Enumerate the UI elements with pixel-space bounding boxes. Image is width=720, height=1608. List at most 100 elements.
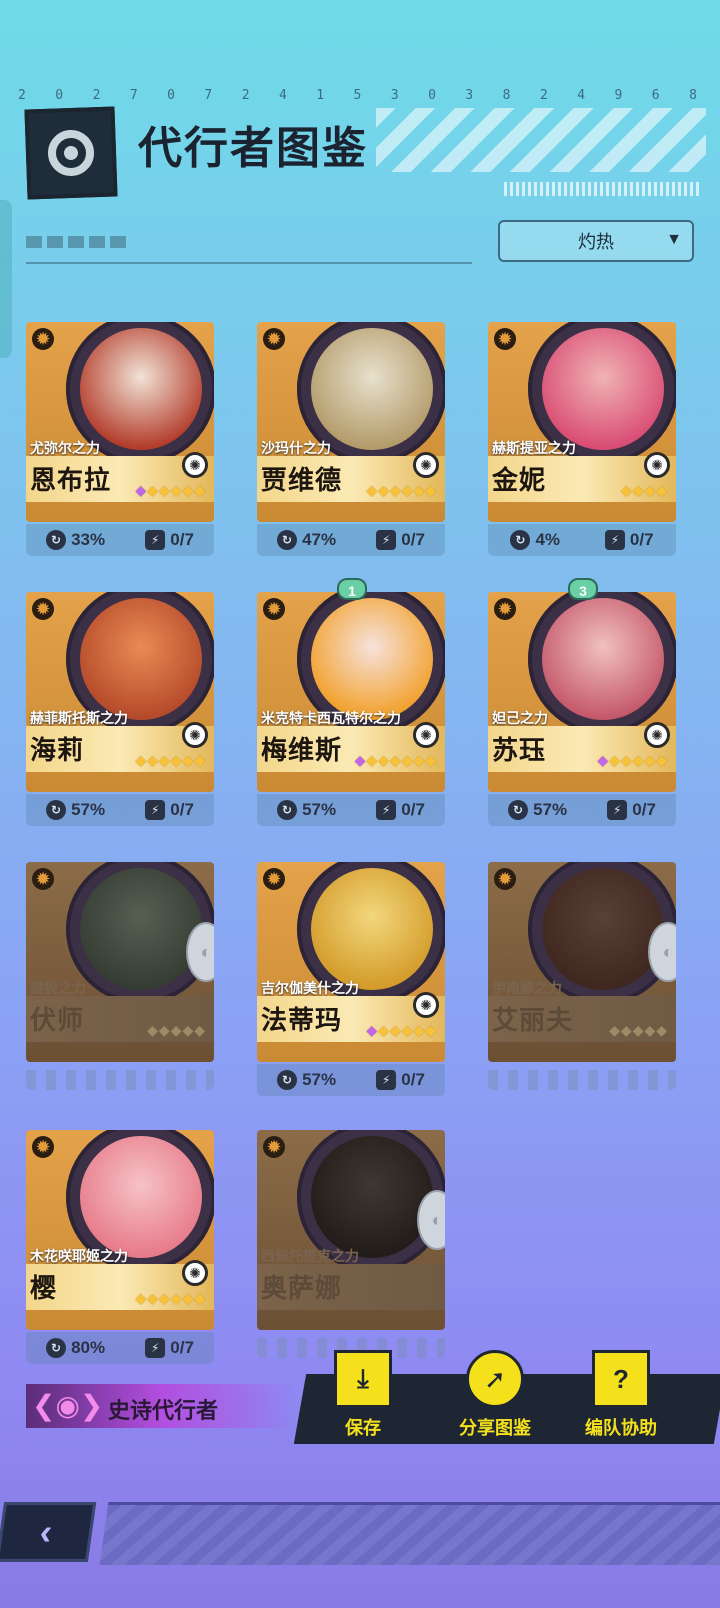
epic-agents-filter[interactable]: ❮◉❯ 史诗代行者 <box>26 1384 296 1428</box>
filter-row: 灼热 ▼ <box>26 220 694 270</box>
page-header: 代行者图鉴 <box>24 106 706 200</box>
header-digit: 0 <box>167 88 176 103</box>
agent-card[interactable]: ✹ 伊南娜之力 艾丽夫 ◐ ◆◆◆◆◆ <box>488 862 676 1096</box>
back-button[interactable]: ‹ <box>0 1502 97 1562</box>
agent-portrait <box>80 598 202 720</box>
team-assist-button[interactable]: ? 编队协助 <box>566 1350 676 1440</box>
side-drawer-tab[interactable] <box>0 200 12 358</box>
header-digit: 1 <box>316 88 326 103</box>
rank-badge: 3 <box>568 578 598 600</box>
chevron-down-icon: ▼ <box>666 231 682 248</box>
agent-card[interactable]: ✹ 吉尔伽美什之力 法蒂玛 ✺ ◆◆◆◆◆◆ ↻ 57% ⚡ 0/7 <box>257 862 445 1096</box>
agent-power: 沙玛什之力 <box>261 440 331 456</box>
completion-stat: ↻ 57% <box>508 800 567 820</box>
shard-value: 0/7 <box>401 530 425 549</box>
shard-stat: ⚡ 0/7 <box>376 1070 425 1090</box>
blaze-attribute-icon: ✹ <box>263 1136 285 1158</box>
agent-power: 伊南娜之力 <box>492 980 562 996</box>
card-art: ✹ 木花咲耶姬之力 樱 ✺ ◆◆◆◆◆◆ <box>26 1130 214 1330</box>
agent-card[interactable]: ✹ 木花咲耶姬之力 樱 ✺ ◆◆◆◆◆◆ ↻ 80% ⚡ 0/7 <box>26 1130 214 1364</box>
agent-portrait <box>542 868 664 990</box>
agent-name: 金妮 <box>492 465 547 495</box>
share-label: 分享图鉴 <box>459 1418 531 1438</box>
agent-card[interactable]: ✹ 赫斯提亚之力 金妮 ✺ ◆◆◆◆ ↻ 4% ⚡ 0/7 <box>488 322 676 556</box>
blaze-attribute-icon: ✹ <box>263 598 285 620</box>
shard-stat: ⚡ 0/7 <box>145 1338 194 1358</box>
card-art: ✹ 吉尔伽美什之力 法蒂玛 ✺ ◆◆◆◆◆◆ <box>257 862 445 1062</box>
blaze-attribute-icon: ✹ <box>32 598 54 620</box>
agent-card[interactable]: ✹ 狻猊之力 伏师 ◐ ◆◆◆◆◆ <box>26 862 214 1096</box>
chevron-left-icon: ‹ <box>37 1511 55 1552</box>
shard-icon: ⚡ <box>376 800 397 820</box>
gem-icon: ◆ <box>366 1022 379 1038</box>
shard-icon: ⚡ <box>607 800 628 820</box>
save-label: 保存 <box>345 1418 381 1438</box>
bottom-action-bar: ❮◉❯ 史诗代行者 ⤓ 保存 ➚ 分享图鉴 ? 编队协助 <box>0 1350 720 1454</box>
agent-card[interactable]: ✹ 米克特卡西瓦特尔之力 梅维斯 ✺ ◆◆◆◆◆◆◆ 1 ↻ 57% ⚡ 0/7 <box>257 578 445 826</box>
card-stats: ↻ 57% ⚡ 0/7 <box>257 1064 445 1096</box>
star-rating: ◆◆◆◆◆ <box>609 1022 668 1038</box>
star-rating: ◆◆◆◆ <box>620 482 668 498</box>
agent-card[interactable]: ✹ 尤弥尔之力 恩布拉 ✺ ◆◆◆◆◆◆ ↻ 33% ⚡ 0/7 <box>26 322 214 556</box>
header-digit: 0 <box>428 88 437 103</box>
card-art: ✹ 沙玛什之力 贾维德 ✺ ◆◆◆◆◆◆ <box>257 322 445 522</box>
shard-value: 0/7 <box>632 800 656 819</box>
agent-power: 妲己之力 <box>492 710 548 726</box>
shard-icon: ⚡ <box>376 530 397 550</box>
star-rating: ◆◆◆◆◆◆◆ <box>354 752 437 768</box>
progress-icon: ↻ <box>277 1070 298 1090</box>
gem-icon: ◆ <box>597 752 610 768</box>
epic-emblem-icon: ❮◉❯ <box>32 1390 104 1421</box>
completion-value: 57% <box>302 1070 337 1089</box>
agent-card[interactable]: ✹ 赫菲斯托斯之力 海莉 ✺ ◆◆◆◆◆◆ ↻ 57% ⚡ 0/7 <box>26 592 214 826</box>
agent-power: 赫菲斯托斯之力 <box>30 710 128 726</box>
card-stats: ↻ 33% ⚡ 0/7 <box>26 524 214 556</box>
save-button[interactable]: ⤓ 保存 <box>308 1350 418 1440</box>
completion-stat: ↻ 33% <box>46 530 105 550</box>
completion-stat: ↻ 47% <box>277 530 336 550</box>
sort-dropdown[interactable]: 灼热 ▼ <box>498 220 694 262</box>
shard-value: 0/7 <box>170 1338 194 1357</box>
agent-portrait <box>80 1136 202 1258</box>
header-digit: 2 <box>241 88 251 103</box>
completion-stat: ↻ 80% <box>46 1338 105 1358</box>
agent-card[interactable]: ✹ 妲己之力 苏珏 ✺ ◆◆◆◆◆◆ 3 ↻ 57% ⚡ 0/7 <box>488 578 676 826</box>
agent-power: 尤弥尔之力 <box>30 440 100 456</box>
card-art: ✹ 妲己之力 苏珏 ✺ ◆◆◆◆◆◆ <box>488 592 676 792</box>
sort-dropdown-value: 灼热 <box>578 232 614 252</box>
bottom-nav: ‹ <box>0 1502 720 1572</box>
agent-power: 米克特卡西瓦特尔之力 <box>261 710 401 726</box>
shard-icon: ⚡ <box>145 1338 166 1358</box>
disc-ball-icon: ✺ <box>182 722 208 748</box>
shard-stat: ⚡ 0/7 <box>607 800 656 820</box>
share-disc-icon: ➚ <box>466 1350 524 1408</box>
shard-stat: ⚡ 0/7 <box>604 530 654 550</box>
agent-name: 艾丽夫 <box>492 1005 574 1035</box>
shard-stat: ⚡ 0/7 <box>376 800 425 820</box>
share-codex-button[interactable]: ➚ 分享图鉴 <box>440 1350 550 1440</box>
shard-value: 0/7 <box>629 530 654 549</box>
gem-icon: ◆ <box>135 482 148 498</box>
agent-name: 梅维斯 <box>261 735 343 765</box>
agent-card[interactable]: ✹ 沙玛什之力 贾维德 ✺ ◆◆◆◆◆◆ ↻ 47% ⚡ 0/7 <box>257 322 445 556</box>
shard-icon: ⚡ <box>145 800 166 820</box>
progress-icon: ↻ <box>277 800 298 820</box>
completion-value: 4% <box>535 530 561 549</box>
agent-portrait <box>542 328 664 450</box>
star-rating: ◆◆◆◆◆◆ <box>366 1022 437 1038</box>
team-assist-label: 编队协助 <box>585 1418 657 1438</box>
progress-icon: ↻ <box>46 800 67 820</box>
agent-power: 吉尔伽美什之力 <box>261 980 359 996</box>
completion-stat: ↻ 57% <box>277 800 336 820</box>
epic-agents-label: 史诗代行者 <box>108 1398 219 1423</box>
completion-stat: ↻ 4% <box>510 530 560 550</box>
blaze-attribute-icon: ✹ <box>494 328 516 350</box>
agent-card[interactable]: ✹ 西佩托提克之力 奥萨娜 ◐ <box>257 1130 445 1364</box>
agent-power: 狻猊之力 <box>30 980 86 996</box>
star-rating: ◆◆◆◆◆◆ <box>366 482 437 498</box>
blaze-attribute-icon: ✹ <box>263 868 285 890</box>
shard-value: 0/7 <box>401 800 425 819</box>
disc-ball-icon: ✺ <box>413 722 439 748</box>
blaze-attribute-icon: ✹ <box>494 598 516 620</box>
header-digit: 2 <box>92 88 102 103</box>
